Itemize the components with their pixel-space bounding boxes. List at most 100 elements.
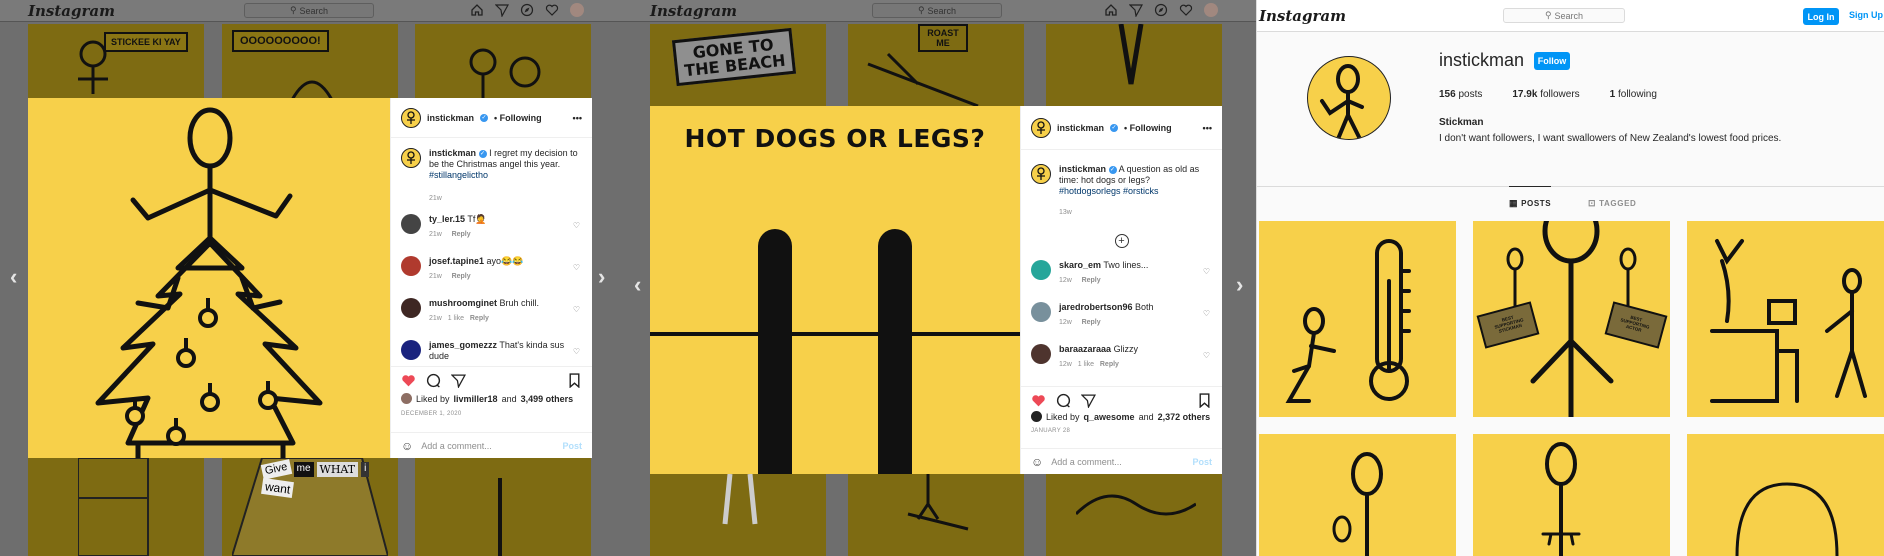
- follow-button[interactable]: Follow: [1534, 51, 1571, 70]
- comment-icon[interactable]: [426, 373, 441, 388]
- comment-like-icon[interactable]: ♡: [573, 304, 580, 315]
- profile-picture[interactable]: [1307, 56, 1391, 140]
- commenter-avatar[interactable]: [1031, 344, 1051, 364]
- post-comment-button[interactable]: Post: [562, 441, 582, 451]
- more-options-icon[interactable]: •••: [1203, 123, 1212, 133]
- next-arrow[interactable]: ›: [598, 264, 605, 290]
- comment-username[interactable]: james_gomezzz: [429, 340, 497, 350]
- heart-icon[interactable]: [545, 3, 559, 17]
- comment-username[interactable]: ty_ler.15: [429, 214, 465, 224]
- explore-icon[interactable]: [520, 3, 534, 17]
- prev-arrow[interactable]: ‹: [634, 272, 641, 298]
- author-avatar[interactable]: [1031, 164, 1051, 184]
- grid-tile[interactable]: [848, 474, 1024, 556]
- following-label[interactable]: • Following: [494, 113, 542, 123]
- signup-link[interactable]: Sign Up: [1849, 10, 1883, 20]
- grid-tile[interactable]: [650, 474, 826, 556]
- commenter-avatar[interactable]: [1031, 260, 1051, 280]
- like-heart-icon[interactable]: [1031, 393, 1046, 408]
- comment-username[interactable]: skaro_em: [1059, 260, 1101, 270]
- grid-tile[interactable]: Give me WHAT i want: [222, 458, 398, 556]
- grid-post-thermometer[interactable]: [1259, 221, 1456, 417]
- heart-icon[interactable]: [1179, 3, 1193, 17]
- comment-input[interactable]: Add a comment...: [421, 441, 492, 451]
- comment-reply-button[interactable]: Reply: [1082, 277, 1101, 284]
- grid-tile[interactable]: OOOOOOOOO!: [222, 24, 398, 100]
- comment-icon[interactable]: [1056, 393, 1071, 408]
- caption-hashtag[interactable]: #stillangelictho: [429, 170, 488, 180]
- grid-tile[interactable]: STICKEE KI YAY: [28, 24, 204, 100]
- emoji-icon[interactable]: ☺: [1031, 455, 1043, 469]
- explore-icon[interactable]: [1154, 3, 1168, 17]
- grid-post-awards[interactable]: BEST SUPPORTING STICKMAN BEST SUPPORTING…: [1473, 221, 1670, 417]
- comment-like-icon[interactable]: ♡: [573, 220, 580, 231]
- search-input[interactable]: ⚲ Search: [872, 3, 1002, 18]
- comment-reply-button[interactable]: Reply: [470, 315, 489, 322]
- home-icon[interactable]: [470, 3, 484, 17]
- comment-username[interactable]: baraazaraaa: [1059, 344, 1111, 354]
- profile-avatar[interactable]: [570, 3, 584, 17]
- share-icon[interactable]: [1081, 393, 1096, 408]
- comment-input[interactable]: Add a comment...: [1051, 457, 1122, 467]
- comment-likes[interactable]: 1 like: [1078, 361, 1094, 368]
- comment-reply-button[interactable]: Reply: [452, 231, 471, 238]
- grid-post[interactable]: [1687, 434, 1884, 556]
- comment-like-icon[interactable]: ♡: [573, 262, 580, 273]
- author-username[interactable]: instickman: [1057, 123, 1104, 133]
- grid-tile[interactable]: [415, 24, 591, 100]
- caption-username[interactable]: instickman: [1059, 164, 1106, 174]
- commenter-avatar[interactable]: [401, 214, 421, 234]
- more-options-icon[interactable]: •••: [573, 113, 582, 123]
- comment-like-icon[interactable]: ♡: [1203, 308, 1210, 319]
- grid-tile[interactable]: ROAST ME: [848, 24, 1024, 106]
- grid-post[interactable]: [1473, 434, 1670, 556]
- post-comment-button[interactable]: Post: [1192, 457, 1212, 467]
- home-icon[interactable]: [1104, 3, 1118, 17]
- like-heart-icon[interactable]: [401, 373, 416, 388]
- author-username[interactable]: instickman: [427, 113, 474, 123]
- profile-avatar[interactable]: [1204, 3, 1218, 17]
- comment-likes[interactable]: 1 like: [448, 315, 464, 322]
- instagram-logo[interactable]: Instagram: [1259, 7, 1346, 25]
- bookmark-icon[interactable]: [567, 373, 582, 388]
- comment-username[interactable]: jaredrobertson96: [1059, 302, 1133, 312]
- grid-post-kangaroo[interactable]: [1687, 221, 1884, 417]
- commenter-avatar[interactable]: [401, 298, 421, 318]
- comment-reply-button[interactable]: Reply: [1082, 319, 1101, 326]
- comment-reply-button[interactable]: Reply: [1100, 361, 1119, 368]
- following-stat[interactable]: 1 following: [1610, 89, 1657, 100]
- emoji-icon[interactable]: ☺: [401, 439, 413, 453]
- comment-username[interactable]: mushroomginet: [429, 298, 497, 308]
- grid-tile[interactable]: GONE TO THE BEACH: [650, 24, 826, 106]
- login-button[interactable]: Log In: [1803, 8, 1839, 25]
- direct-icon[interactable]: [1129, 3, 1143, 17]
- commenter-avatar[interactable]: [1031, 302, 1051, 322]
- author-avatar[interactable]: [401, 107, 421, 128]
- author-avatar[interactable]: [1031, 117, 1051, 138]
- comment-like-icon[interactable]: ♡: [573, 346, 580, 357]
- comment-username[interactable]: josef.tapine1: [429, 256, 484, 266]
- author-avatar[interactable]: [401, 148, 421, 168]
- tab-posts[interactable]: ▦ POSTS: [1509, 198, 1551, 209]
- grid-tile[interactable]: [1046, 24, 1222, 106]
- commenter-avatar[interactable]: [401, 340, 421, 360]
- caption-username[interactable]: instickman: [429, 148, 476, 158]
- instagram-logo[interactable]: Instagram: [650, 2, 737, 20]
- following-label[interactable]: • Following: [1124, 123, 1172, 133]
- search-input[interactable]: ⚲ Search: [244, 3, 374, 18]
- comment-reply-button[interactable]: Reply: [452, 273, 471, 280]
- tab-tagged[interactable]: ⊡ TAGGED: [1588, 198, 1636, 209]
- bookmark-icon[interactable]: [1197, 393, 1212, 408]
- grid-tile[interactable]: [1046, 474, 1222, 556]
- grid-tile[interactable]: [28, 458, 204, 556]
- prev-arrow[interactable]: ‹: [10, 264, 17, 290]
- load-more-comments-button[interactable]: +: [1021, 228, 1222, 254]
- grid-tile[interactable]: [415, 458, 591, 556]
- share-icon[interactable]: [451, 373, 466, 388]
- caption-hashtag[interactable]: #hotdogsorlegs #orsticks: [1059, 186, 1159, 196]
- direct-icon[interactable]: [495, 3, 509, 17]
- commenter-avatar[interactable]: [401, 256, 421, 276]
- search-input[interactable]: ⚲ Search: [1503, 8, 1625, 23]
- comment-like-icon[interactable]: ♡: [1203, 266, 1210, 277]
- next-arrow[interactable]: ›: [1236, 272, 1243, 298]
